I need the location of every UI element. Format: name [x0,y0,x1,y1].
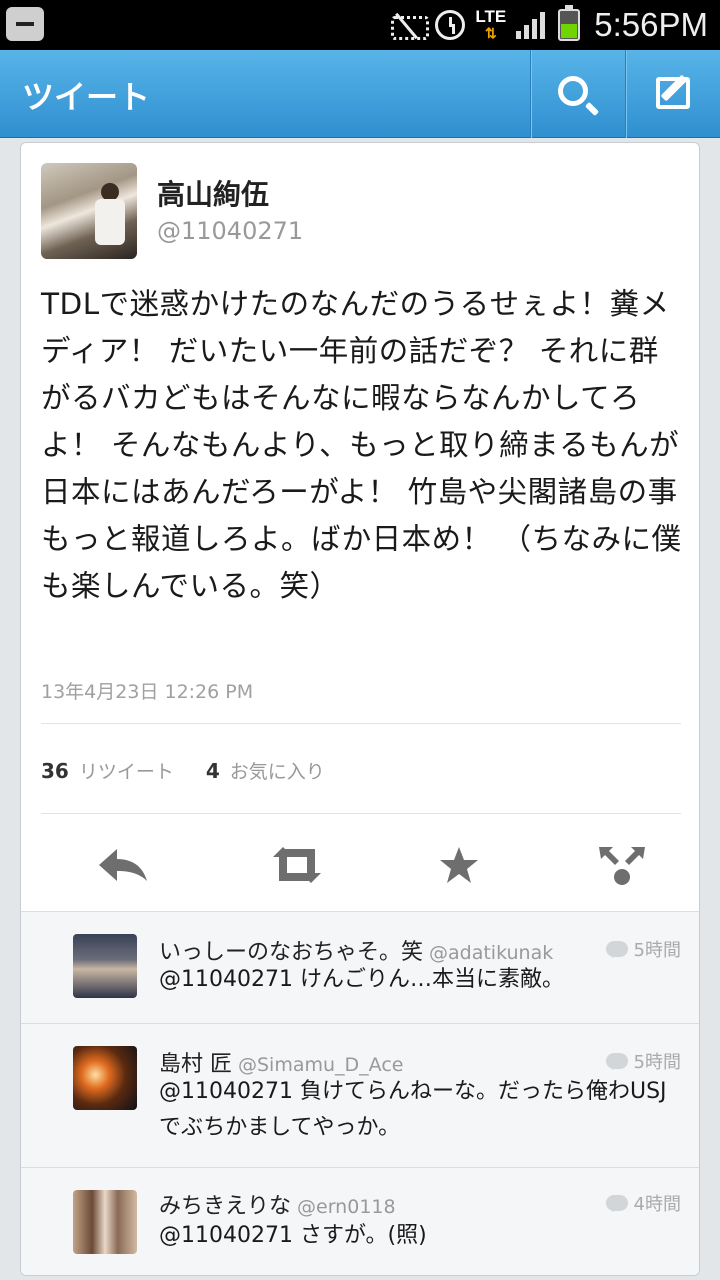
reply-time: 4時間 [605,1190,681,1216]
reply-author-handle: @adatikunak [429,942,554,964]
star-icon [440,847,478,883]
divider [41,813,681,814]
reply-text: @11040271 けんごりん…本当に素敵。 [159,967,564,992]
reply-list: いっしーのなおちゃそ。笑 @adatikunak 5時間 @11040271 けん… [21,911,699,1275]
reply-time: 5時間 [605,1048,681,1074]
network-type: LTE ⇅ [475,7,507,41]
mute-icon [389,12,430,40]
list-item[interactable]: 島村 匠 @Simamu_D_Ace 5時間 @11040271 負けてらんねーな… [21,1024,699,1168]
reply-time-label: 5時間 [633,1052,681,1073]
status-icons: LTE ⇅ 5:56PM [389,0,708,50]
more-button[interactable] [561,823,681,909]
search-button[interactable] [530,50,625,138]
tweet-text: TDLで迷惑かけたのなんだのうるせぇよ！糞メディア！ だいたい一年前の話だぞ？ … [41,287,682,603]
reply-time-label: 5時間 [633,940,681,961]
search-icon [558,76,588,106]
favorite-label[interactable]: お気に入り [230,757,325,784]
notification-icon [6,7,44,41]
favorite-count[interactable]: 4 [206,759,220,783]
data-arrows-icon: ⇅ [484,25,497,41]
tweet-card: 高山絢伍 @11040271 TDLで迷惑かけたのなんだのうるせぇよ！糞メディア… [20,142,700,1276]
retweet-label[interactable]: リツイート [79,757,174,784]
tweet-stats: 36 リツイート 4 お気に入り [41,757,325,784]
signal-icon [516,11,548,39]
reply-text: @11040271 さすが。(照) [159,1223,427,1248]
reply-time: 5時間 [605,936,681,962]
tweet-actions [21,823,699,909]
reply-author-handle: @ern0118 [297,1196,396,1218]
list-item[interactable]: いっしーのなおちゃそ。笑 @adatikunak 5時間 @11040271 けん… [21,912,699,1024]
author-avatar[interactable] [41,163,137,259]
reply-author-handle: @Simamu_D_Ace [238,1054,404,1076]
author-name[interactable]: 高山絢伍 [157,173,269,213]
reply-text: @11040271 負けてらんねーな。だったら俺わUSJでぶちかましてやっか。 [159,1079,667,1140]
list-item[interactable]: みちきえりな @ern0118 4時間 @11040271 さすが。(照) [21,1168,699,1275]
avatar[interactable] [73,1046,137,1110]
status-bar: LTE ⇅ 5:56PM [0,0,720,50]
network-label: LTE [475,7,507,26]
author-handle[interactable]: @11040271 [157,217,303,245]
page-title: ツイート [22,78,151,116]
avatar[interactable] [73,1190,137,1254]
share-more-icon [599,847,645,885]
alarm-icon [435,10,466,40]
reply-time-label: 4時間 [633,1194,681,1215]
reply-author[interactable]: みちきえりな @ern0118 [159,1188,396,1220]
retweet-icon [273,847,321,883]
reply-author-name: みちきえりな [159,1194,292,1219]
battery-icon [558,5,581,41]
clock: 5:56PM [594,6,708,43]
reply-bubble-icon [605,1195,628,1212]
tweet-timestamp: 13年4月23日 12:26 PM [41,681,254,703]
compose-icon [656,77,690,109]
compose-button[interactable] [625,50,720,138]
action-bar: ツイート [0,50,720,138]
reply-button[interactable] [61,823,181,909]
reply-bubble-icon [605,1053,628,1070]
reply-bubble-icon [605,941,628,958]
reply-arrow-icon [99,849,147,881]
retweet-button[interactable] [231,823,351,909]
divider [41,723,681,724]
retweet-count[interactable]: 36 [41,759,69,783]
favorite-button[interactable] [401,823,521,909]
avatar[interactable] [73,934,137,998]
